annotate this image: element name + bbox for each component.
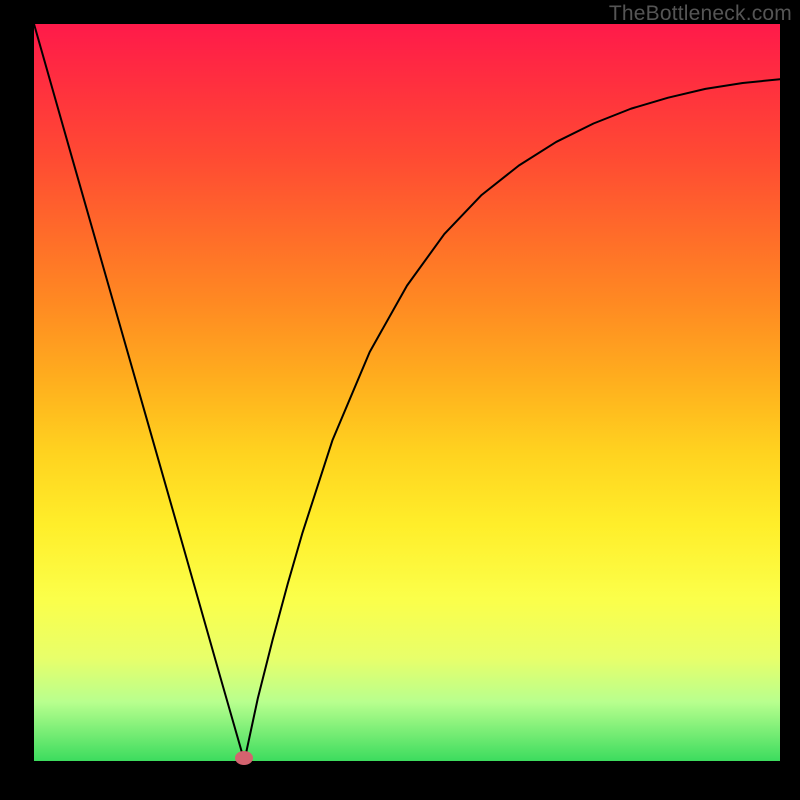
optimum-marker (235, 751, 253, 765)
chart-frame: TheBottleneck.com (0, 0, 800, 800)
curve-svg (34, 24, 780, 761)
plot-area (34, 24, 780, 761)
watermark-text: TheBottleneck.com (609, 2, 792, 26)
bottleneck-curve (34, 24, 780, 761)
